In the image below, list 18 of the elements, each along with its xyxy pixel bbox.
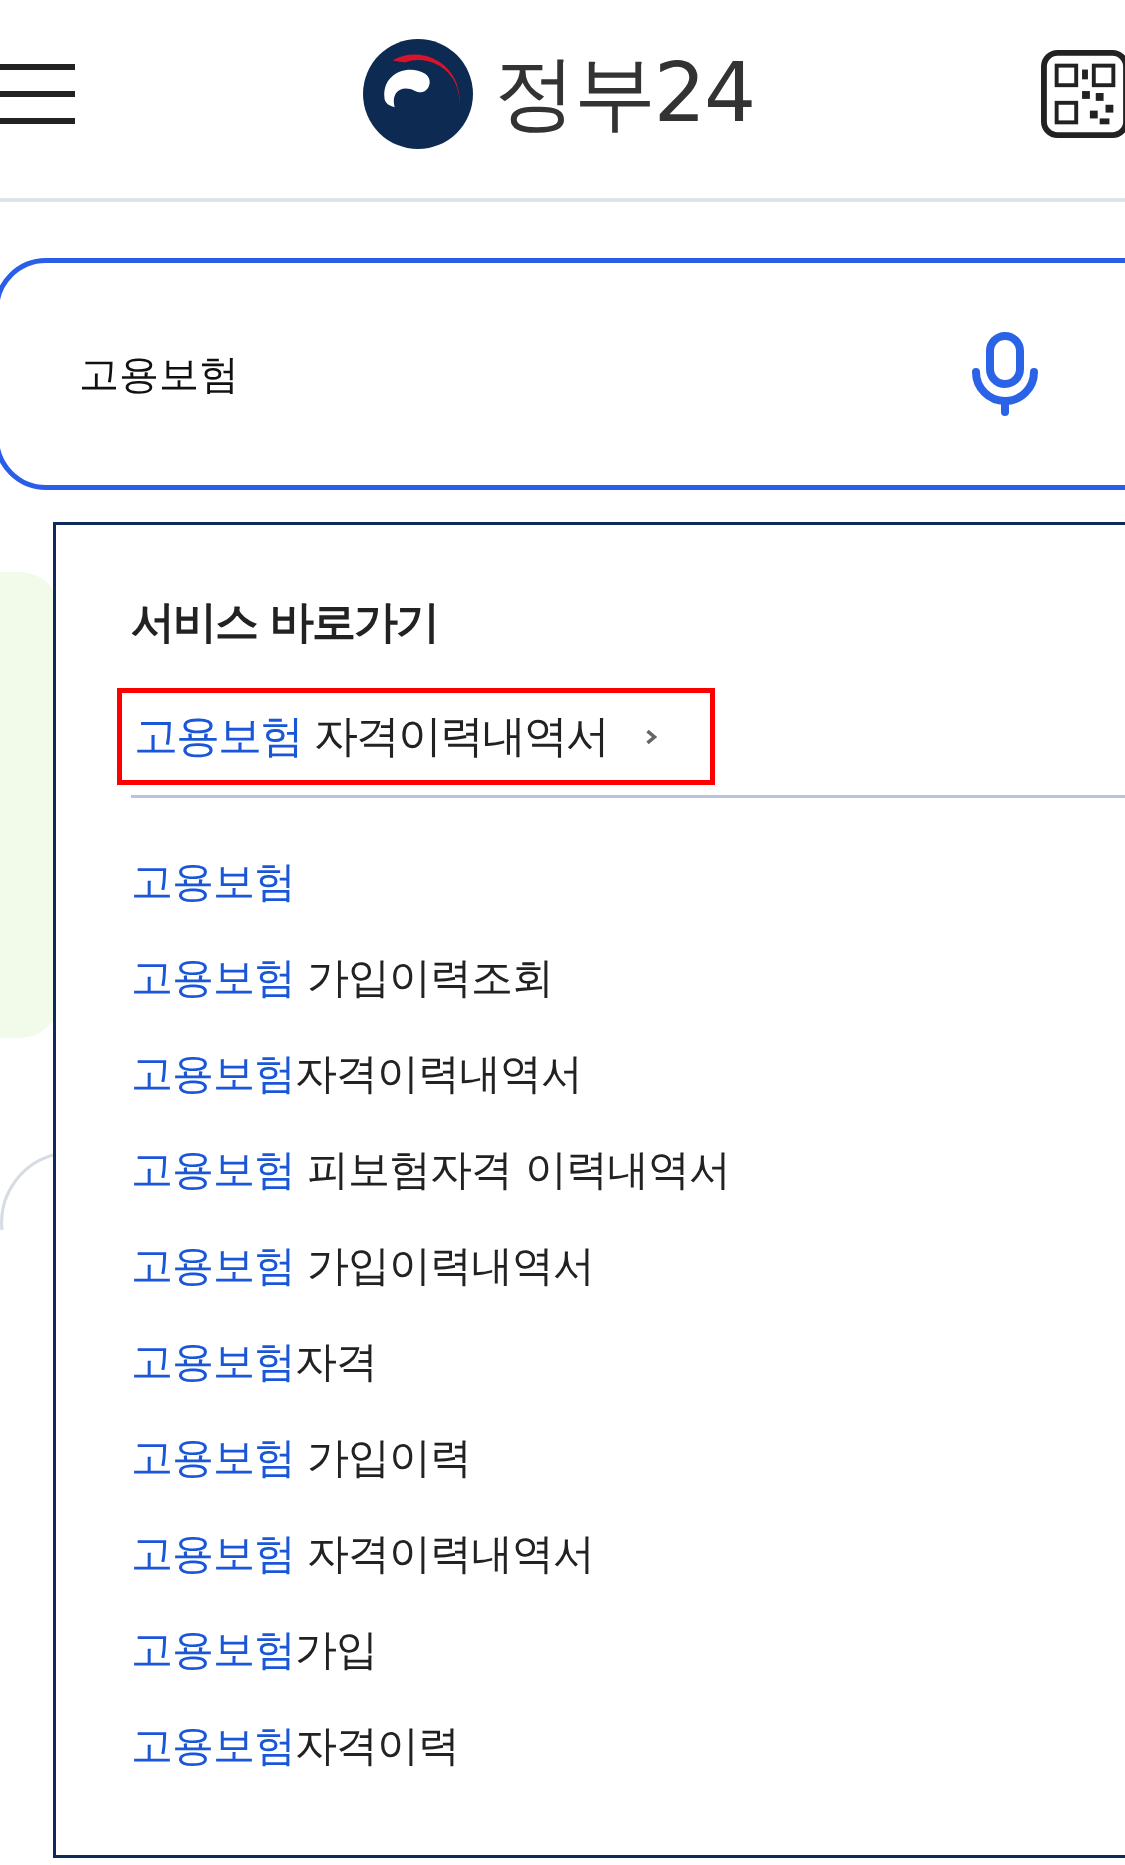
suggestion-link[interactable]: 고용보험 가입이력내역서 [131,1218,1125,1314]
logo-icon [361,38,474,150]
qr-code-icon[interactable] [1041,50,1125,138]
suggestion-link[interactable]: 고용보험 자격이력내역서 [131,1506,1125,1602]
suggestion-link[interactable]: 고용보험자격 [131,1314,1125,1410]
suggestion-link[interactable]: 고용보험 [131,834,1125,930]
service-shortcut-link[interactable]: 고용보험 자격이력내역서 [117,688,715,785]
suggestion-link[interactable]: 고용보험 가입이력조회 [131,930,1125,1026]
suggestion-link[interactable]: 고용보험자격이력 [131,1698,1125,1794]
logo-text: 정부24 [493,44,755,142]
suggestion-link[interactable]: 고용보험가입 [131,1602,1125,1698]
menu-icon[interactable] [0,64,75,124]
search-field[interactable]: 고용보험 [0,258,1125,490]
suggestion-link[interactable]: 고용보험 피보험자격 이력내역서 [131,1122,1125,1218]
microphone-icon[interactable] [970,332,1040,416]
section-title: 서비스 바로가기 [131,595,440,649]
suggestion-link[interactable]: 고용보험 가입이력 [131,1410,1125,1506]
suggestion-link[interactable]: 고용보험자격이력내역서 [131,1026,1125,1122]
